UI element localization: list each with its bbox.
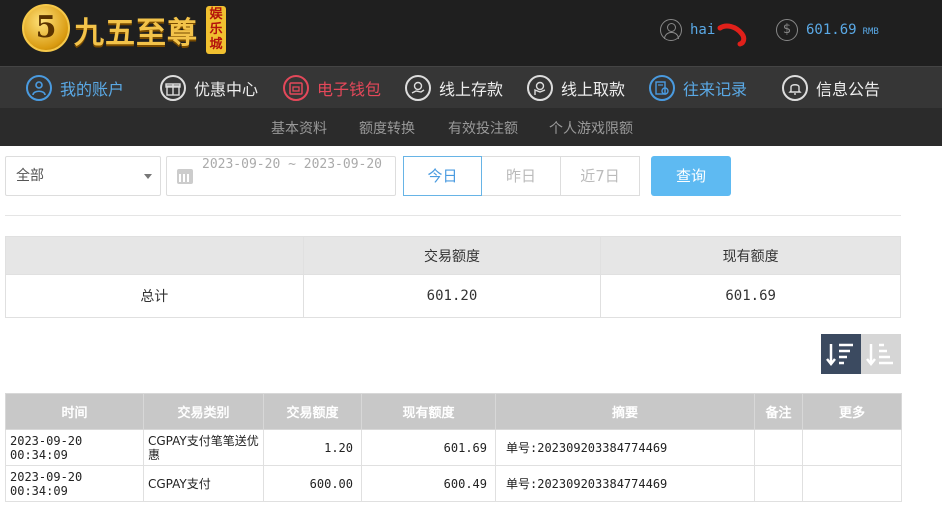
cell-note [754,429,803,466]
logo-mark: 5 [35,10,57,45]
summary-header-amount: 交易额度 [302,236,602,275]
chevron-down-icon [144,174,152,179]
cell-type: CGPAY支付 [143,465,264,502]
header-summary: 摘要 [495,393,755,430]
nav-label: 线上取款 [561,80,626,99]
calendar-icon [177,169,193,184]
cell-time: 2023-09-20 00:34:09 [5,429,144,466]
cell-time: 2023-09-20 00:34:09 [5,465,144,502]
withdraw-icon [527,75,553,101]
cell-balance: 600.49 [361,465,496,502]
nav-announcements[interactable]: 信息公告 [782,73,880,103]
nav-online-withdraw[interactable]: 线上取款 [527,73,625,103]
summary-total-row: 总计 601.20 601.69 [5,274,901,318]
records-table: 时间 交易类别 交易额度 现有额度 摘要 备注 更多 2023-09-20 00… [5,393,902,502]
nav-online-deposit[interactable]: 线上存款 [405,73,503,103]
cell-type: CGPAY支付笔笔送优惠 [143,429,264,466]
sort-ascending-button[interactable] [861,334,901,374]
cell-summary: 单号:202309203384774469 [495,429,755,466]
subnav-basic-info[interactable]: 基本资料 [271,118,327,138]
cell-amount: 1.20 [263,429,362,466]
logo-text: 九五至尊 [74,16,198,51]
nav-my-account[interactable]: 我的账户 [26,73,124,103]
type-select-value: 全部 [16,168,44,184]
balance-amount: 601.69 [806,22,857,38]
wallet-icon [283,75,309,101]
summary-header-balance: 现有额度 [600,236,901,275]
date-range-value: 2023-09-20 ~ 2023-09-20 [202,157,383,172]
nav-transaction-records[interactable]: 往来记录 [649,73,747,103]
cell-balance: 601.69 [361,429,496,466]
yesterday-button[interactable]: 昨日 [482,156,561,196]
last-7-days-button[interactable]: 近7日 [561,156,640,196]
type-select[interactable]: 全部 [5,156,161,196]
cell-amount: 600.00 [263,465,362,502]
sort-descending-button[interactable] [821,334,861,374]
table-row: 2023-09-20 00:34:09 CGPAY支付 600.00 600.4… [5,465,902,502]
cell-more[interactable] [802,465,902,502]
user-icon [660,19,682,41]
subnav-credit-transfer[interactable]: 额度转换 [359,118,415,138]
summary-header-blank [5,236,304,275]
deposit-icon [405,75,431,101]
nav-label: 优惠中心 [194,80,259,99]
query-button[interactable]: 查询 [651,156,731,196]
gift-icon [160,75,186,101]
nav-label: 我的账户 [60,80,125,99]
records-header-row: 时间 交易类别 交易额度 现有额度 摘要 备注 更多 [5,393,902,430]
table-row: 2023-09-20 00:34:09 CGPAY支付笔笔送优惠 1.20 60… [5,429,902,466]
sort-descending-icon [826,343,853,367]
subnav-game-limits[interactable]: 个人游戏限额 [549,118,633,138]
header-time: 时间 [5,393,144,430]
nav-label: 电子钱包 [317,80,382,99]
records-icon [649,75,675,101]
summary-total-label: 总计 [5,274,304,318]
logo-badge: 5 [22,4,70,52]
header-type: 交易类别 [143,393,264,430]
balance-display: $ 601.69 RMB [776,18,879,42]
sort-ascending-icon [866,343,893,367]
nav-label: 信息公告 [816,80,881,99]
sub-nav: 基本资料 额度转换 有效投注额 个人游戏限额 [0,108,942,146]
header-balance: 现有额度 [361,393,496,430]
nav-e-wallet[interactable]: 电子钱包 [283,73,381,103]
currency-label: RMB [862,26,879,37]
top-header: 5 九五至尊 娱乐城 hai $ 601.69 RMB [0,0,942,66]
summary-table: 交易额度 现有额度 总计 601.20 601.69 [5,236,901,318]
date-range-input[interactable]: 2023-09-20 ~ 2023-09-20 [166,156,396,196]
summary-header-row: 交易额度 现有额度 [5,236,901,275]
username[interactable]: hai [690,22,715,38]
divider [5,215,901,216]
header-more: 更多 [802,393,902,430]
nav-label: 往来记录 [683,80,748,99]
cell-summary: 单号:202309203384774469 [495,465,755,502]
redaction-mark [717,23,747,47]
subnav-valid-bets[interactable]: 有效投注额 [448,118,518,138]
user-icon [26,75,52,101]
dollar-icon: $ [776,19,798,41]
nav-promotions[interactable]: 优惠中心 [160,73,258,103]
site-logo[interactable]: 5 九五至尊 娱乐城 [22,4,227,56]
cell-note [754,465,803,502]
cell-more[interactable] [802,429,902,466]
header-amount: 交易额度 [263,393,362,430]
logo-tag: 娱乐城 [206,6,226,54]
nav-label: 线上存款 [439,80,504,99]
header-note: 备注 [754,393,803,430]
main-nav: 我的账户 优惠中心 电子钱包 线上存款 线上取款 往来记录 信息公告 [0,66,942,108]
today-button[interactable]: 今日 [403,156,482,196]
summary-total-balance: 601.69 [600,274,901,318]
user-menu[interactable]: hai [660,18,715,42]
bell-icon [782,75,808,101]
summary-total-amount: 601.20 [302,274,602,318]
